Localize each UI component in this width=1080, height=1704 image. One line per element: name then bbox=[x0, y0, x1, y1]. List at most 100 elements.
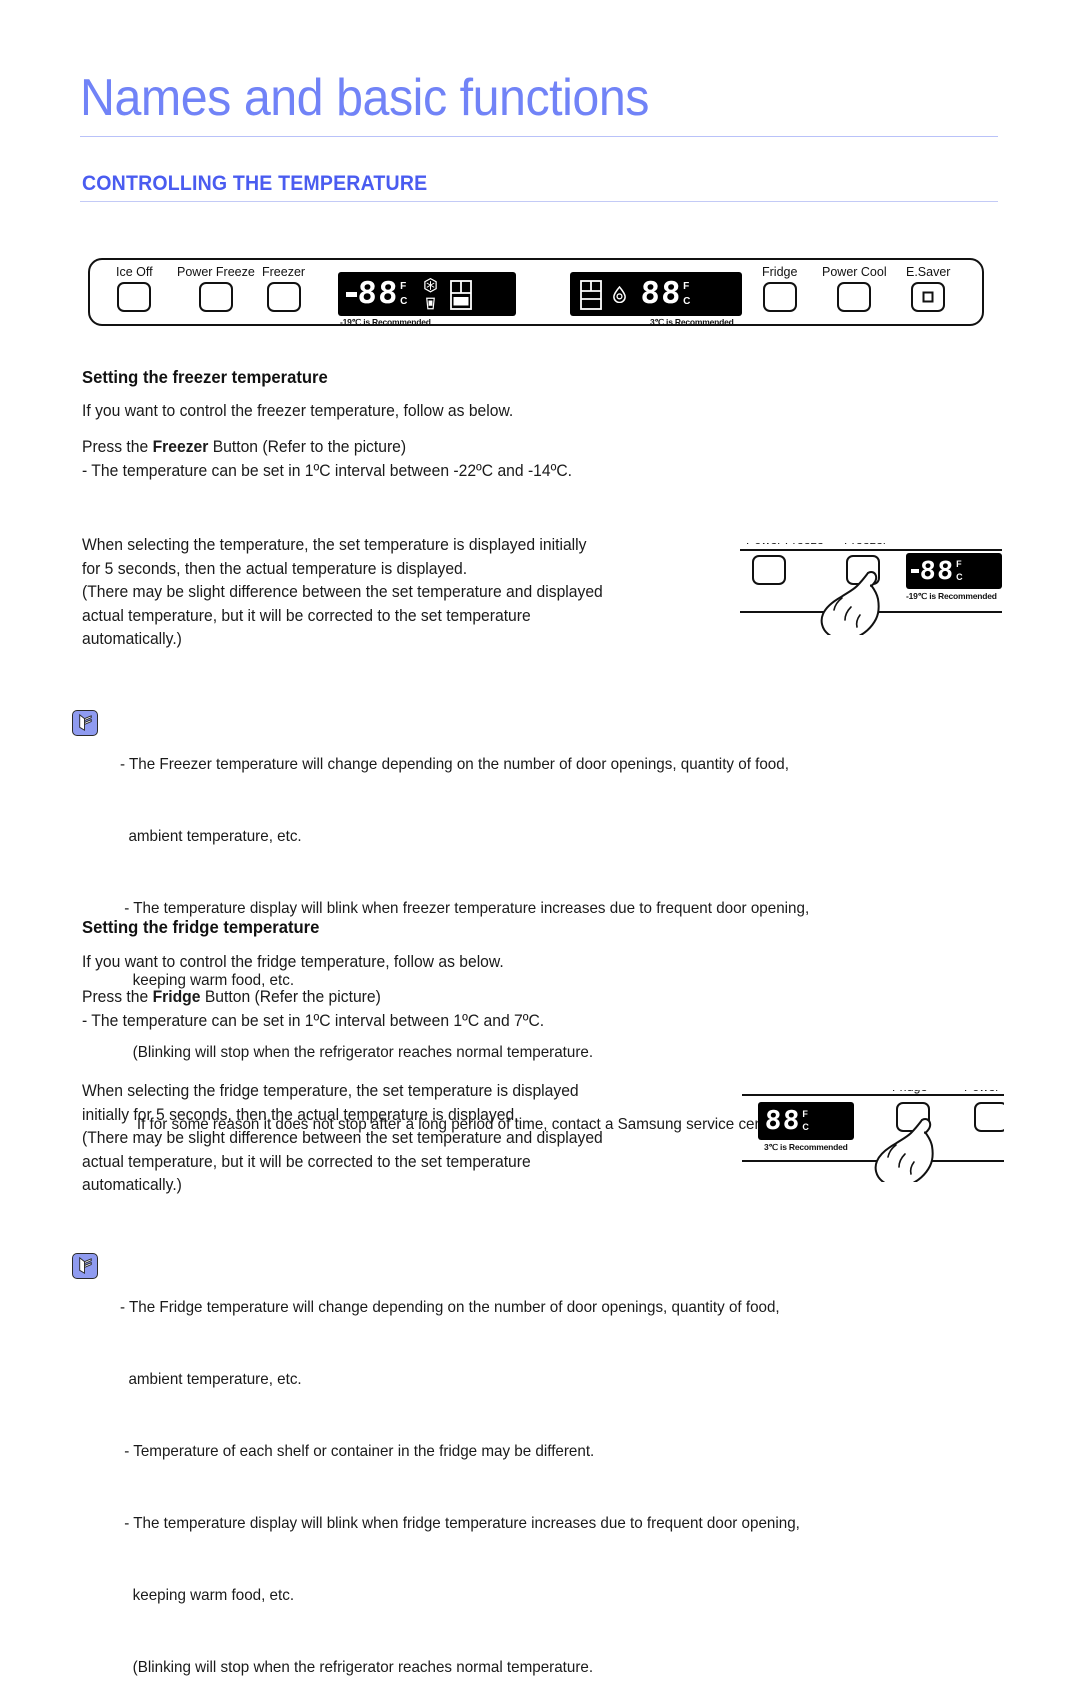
note-line: - The Freezer temperature will change de… bbox=[120, 756, 789, 773]
inset-fridge-display: 88 F C bbox=[758, 1102, 854, 1140]
water-drop-icon bbox=[612, 285, 626, 304]
button-key[interactable] bbox=[762, 281, 797, 312]
inset-button-power-freeze[interactable] bbox=[752, 555, 786, 585]
title-divider bbox=[80, 136, 998, 137]
button-label: Power Freeze bbox=[177, 265, 255, 279]
unit-fahrenheit: F bbox=[956, 558, 962, 569]
ice-off-cup-icon bbox=[424, 296, 437, 311]
note-line: (Blinking will stop when the refrigerato… bbox=[120, 1659, 594, 1676]
button-label: Power Cool bbox=[822, 265, 887, 279]
fridge-section-heading: Setting the fridge temperature bbox=[82, 917, 320, 937]
note-line: (Blinking will stop when the refrigerato… bbox=[120, 1044, 594, 1061]
press-suffix: Button (Refer the picture) bbox=[200, 988, 381, 1006]
explain-line: When selecting the temperature, the set … bbox=[82, 536, 587, 554]
freezer-digits: 88 bbox=[356, 275, 400, 311]
fridge-notes: - The Fridge temperature will change dep… bbox=[120, 1248, 966, 1704]
inset-digits: 88 bbox=[919, 556, 955, 586]
fridge-recommend-note: 3℃ is Recommended bbox=[650, 317, 734, 327]
fridge-display: 88 F C bbox=[570, 272, 742, 316]
fridge-explanation: When selecting the fridge temperature, t… bbox=[82, 1080, 747, 1198]
unit-celsius: C bbox=[802, 1122, 809, 1132]
fridge-digits: 88 bbox=[639, 275, 683, 311]
press-button-name: Fridge bbox=[152, 988, 201, 1006]
unit-celsius: C bbox=[956, 572, 963, 582]
note-pencil-icon bbox=[72, 710, 98, 736]
inset-label-freezer: Freezer bbox=[844, 543, 887, 547]
button-key[interactable] bbox=[266, 281, 301, 312]
button-label: Fridge bbox=[762, 265, 798, 279]
explain-line: actual temperature, but it will be corre… bbox=[82, 606, 531, 625]
explain-line: (There may be slight difference between … bbox=[82, 1129, 603, 1147]
button-key[interactable] bbox=[198, 281, 233, 312]
button-fridge[interactable]: Fridge bbox=[762, 266, 797, 312]
note-pencil-icon bbox=[72, 1253, 98, 1279]
inset-freezer-recommend: -19℃ is Recommended bbox=[906, 591, 997, 601]
freezer-press-instruction: Press the Freezer Button (Refer to the p… bbox=[82, 436, 406, 460]
note-line: - The Fridge temperature will change dep… bbox=[120, 1299, 780, 1316]
freezer-intro: If you want to control the freezer tempe… bbox=[82, 402, 514, 420]
button-power-freeze[interactable]: Power Freeze bbox=[177, 266, 255, 312]
indicator-square-icon bbox=[922, 291, 934, 302]
inset-freezer-display: 88 F C bbox=[906, 553, 1002, 589]
unit-celsius: C bbox=[400, 296, 408, 307]
inset-label-fridge: Fridge bbox=[892, 1090, 927, 1094]
inset-units: F C bbox=[802, 1108, 809, 1135]
freezer-explanation: When selecting the temperature, the set … bbox=[82, 534, 747, 652]
note-line: ambient temperature, etc. bbox=[120, 828, 302, 845]
explain-line: automatically.) bbox=[82, 1176, 182, 1194]
freezer-range-line: - The temperature can be set in 1ºC inte… bbox=[82, 462, 573, 480]
section-divider bbox=[80, 201, 998, 202]
press-prefix: Press the bbox=[82, 438, 153, 456]
explain-line: (There may be slight difference between … bbox=[82, 583, 603, 601]
unit-fahrenheit: F bbox=[683, 281, 690, 292]
fridge-range-line: - The temperature can be set in 1ºC inte… bbox=[82, 1012, 545, 1030]
press-button-name: Freezer bbox=[152, 438, 209, 456]
inset-label-power-freeze: Power Freeze bbox=[746, 543, 824, 547]
note-line: - Temperature of each shelf or container… bbox=[120, 1443, 595, 1460]
section-heading: CONTROLLING THE TEMPERATURE bbox=[82, 172, 428, 195]
button-key[interactable] bbox=[911, 281, 946, 312]
inset-label-power: Power bbox=[964, 1090, 999, 1094]
button-ice-off[interactable]: Ice Off bbox=[116, 266, 153, 312]
freezer-inset-figure: Power Freeze Freezer 88 F C -19℃ is Reco… bbox=[740, 543, 1002, 635]
pressing-hand-icon bbox=[874, 1118, 934, 1182]
button-label: E.Saver bbox=[906, 265, 951, 279]
button-power-cool[interactable]: Power Cool bbox=[822, 266, 887, 312]
explain-line: initially for 5 seconds, then the actual… bbox=[82, 1105, 519, 1124]
fridge-press-instruction: Press the Fridge Button (Refer the pictu… bbox=[82, 986, 381, 1010]
freezer-section-heading: Setting the freezer temperature bbox=[82, 367, 328, 387]
inset-fridge-recommend: 3℃ is Recommended bbox=[764, 1142, 848, 1152]
button-freezer[interactable]: Freezer bbox=[262, 266, 305, 312]
fridge-layout-icon bbox=[580, 280, 602, 310]
freezer-units: F C bbox=[400, 279, 407, 309]
unit-celsius: C bbox=[683, 296, 691, 307]
explain-line: automatically.) bbox=[82, 630, 182, 648]
inset-digits: 88 bbox=[764, 1105, 802, 1136]
explain-line: actual temperature, but it will be corre… bbox=[82, 1152, 531, 1171]
control-panel: Ice Off Power Freeze Freezer 88 F C -19℃… bbox=[88, 258, 984, 327]
button-e-saver[interactable]: E.Saver bbox=[906, 266, 950, 312]
press-suffix: Button (Refer to the picture) bbox=[208, 438, 407, 456]
fridge-temp-readout: 88 F C bbox=[639, 275, 691, 311]
page-title: Names and basic functions bbox=[80, 69, 650, 127]
freezer-temp-readout: 88 F C bbox=[346, 275, 407, 311]
unit-fahrenheit: F bbox=[400, 281, 407, 292]
inset-units: F C bbox=[956, 558, 963, 585]
press-prefix: Press the bbox=[82, 988, 153, 1006]
freezer-display: 88 F C bbox=[338, 272, 516, 316]
inset-top-edge bbox=[740, 549, 1002, 551]
explain-line: for 5 seconds, then the actual temperatu… bbox=[82, 559, 468, 578]
button-label: Freezer bbox=[262, 265, 306, 279]
button-key[interactable] bbox=[837, 281, 872, 312]
unit-fahrenheit: F bbox=[802, 1108, 808, 1119]
freezer-indicator-icons bbox=[423, 278, 438, 311]
snowflake-icon bbox=[423, 278, 438, 294]
minus-sign-icon bbox=[911, 569, 919, 573]
minus-sign-icon bbox=[346, 291, 357, 297]
note-line: keeping warm food, etc. bbox=[120, 1587, 295, 1604]
button-key[interactable] bbox=[117, 281, 152, 312]
note-line: ambient temperature, etc. bbox=[120, 1371, 302, 1388]
fridge-units: F C bbox=[683, 279, 690, 309]
button-label: Ice Off bbox=[116, 265, 153, 279]
freezer-recommend-note: -19℃ is Recommended bbox=[340, 317, 431, 327]
